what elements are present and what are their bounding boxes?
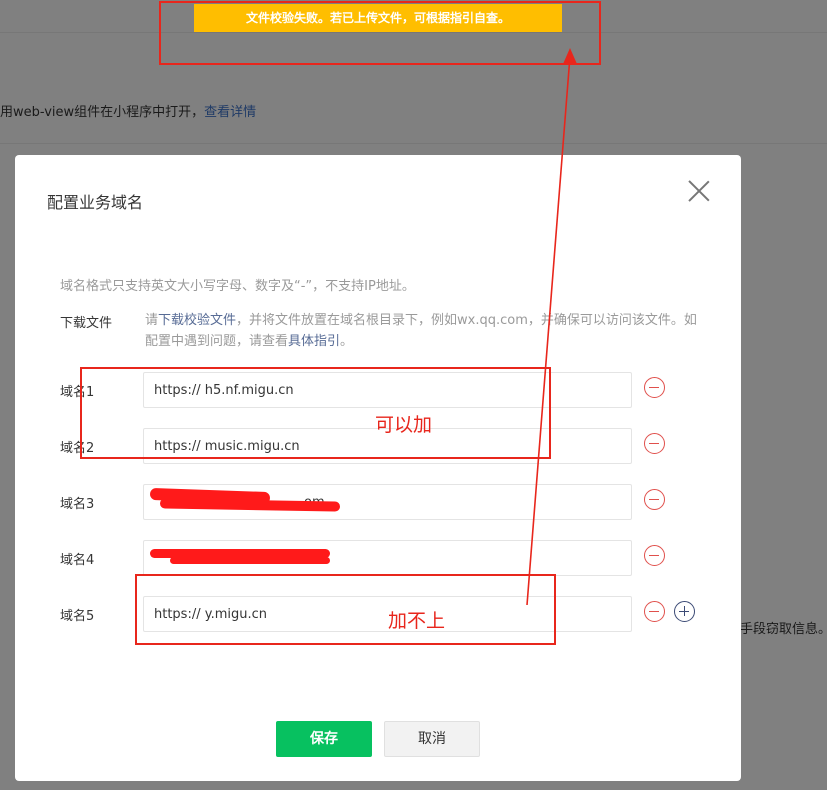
arrow-line [526, 55, 571, 606]
arrow-head [563, 48, 577, 64]
annotation-arrow [526, 48, 577, 606]
